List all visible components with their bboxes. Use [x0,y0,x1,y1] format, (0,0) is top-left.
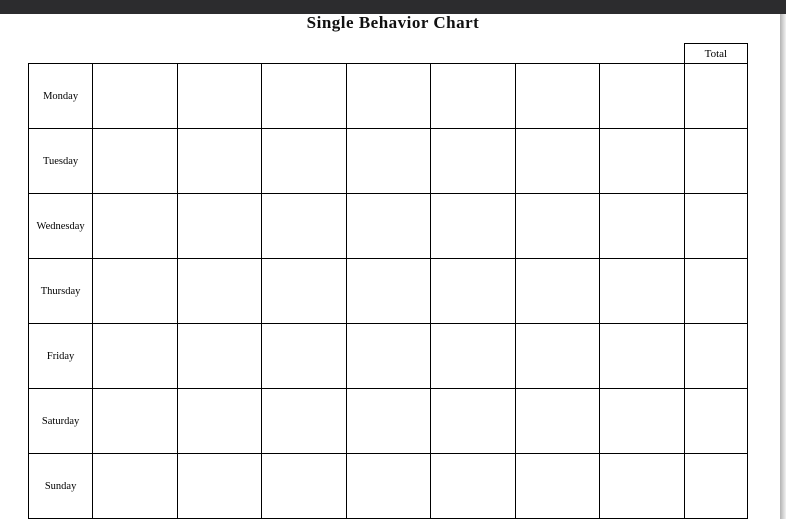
cell [262,259,347,324]
cell [177,129,262,194]
cell [93,454,178,519]
header-spacer [346,44,431,64]
cell [262,324,347,389]
cell [600,454,685,519]
header-spacer [515,44,600,64]
cell [177,259,262,324]
cell [431,259,516,324]
cell [346,129,431,194]
total-cell [684,259,747,324]
cell [600,129,685,194]
table-row: Friday [29,324,748,389]
table-header-row: Total [29,44,748,64]
cell [93,259,178,324]
cell [515,389,600,454]
document-page: Single Behavior Chart Total Monday [0,13,786,519]
cell [262,389,347,454]
table-row: Saturday [29,389,748,454]
cell [177,454,262,519]
table-row: Thursday [29,259,748,324]
cell [93,389,178,454]
page-shadow [780,14,786,519]
total-cell [684,64,747,129]
cell [346,194,431,259]
cell [346,64,431,129]
cell [600,259,685,324]
day-label: Tuesday [29,129,93,194]
cell [600,194,685,259]
cell [177,324,262,389]
total-cell [684,389,747,454]
day-label: Monday [29,64,93,129]
total-cell [684,324,747,389]
cell [346,389,431,454]
cell [431,454,516,519]
cell [346,324,431,389]
cell [262,129,347,194]
cell [431,194,516,259]
cell [515,194,600,259]
cell [600,64,685,129]
day-label: Saturday [29,389,93,454]
day-label: Wednesday [29,194,93,259]
header-spacer [177,44,262,64]
day-label: Friday [29,324,93,389]
chart-table-wrap: Total Monday Tuesday [18,43,768,519]
header-total: Total [684,44,747,64]
table-row: Wednesday [29,194,748,259]
total-cell [684,454,747,519]
cell [431,324,516,389]
table-row: Sunday [29,454,748,519]
cell [262,454,347,519]
cell [515,259,600,324]
cell [262,64,347,129]
cell [600,324,685,389]
day-label: Sunday [29,454,93,519]
page-title: Single Behavior Chart [18,13,768,33]
cell [431,389,516,454]
cell [93,129,178,194]
cell [515,129,600,194]
viewer-top-bar [0,0,786,14]
cell [177,389,262,454]
cell [431,129,516,194]
table-row: Monday [29,64,748,129]
header-spacer [29,44,93,64]
cell [515,324,600,389]
cell [346,259,431,324]
total-cell [684,194,747,259]
cell [93,194,178,259]
cell [93,324,178,389]
cell [177,194,262,259]
total-cell [684,129,747,194]
behavior-chart-table: Total Monday Tuesday [28,43,748,519]
table-row: Tuesday [29,129,748,194]
header-spacer [262,44,347,64]
header-spacer [431,44,516,64]
cell [515,64,600,129]
cell [515,454,600,519]
cell [346,454,431,519]
cell [431,64,516,129]
cell [262,194,347,259]
day-label: Thursday [29,259,93,324]
cell [600,389,685,454]
cell [93,64,178,129]
header-spacer [600,44,685,64]
header-spacer [93,44,178,64]
cell [177,64,262,129]
